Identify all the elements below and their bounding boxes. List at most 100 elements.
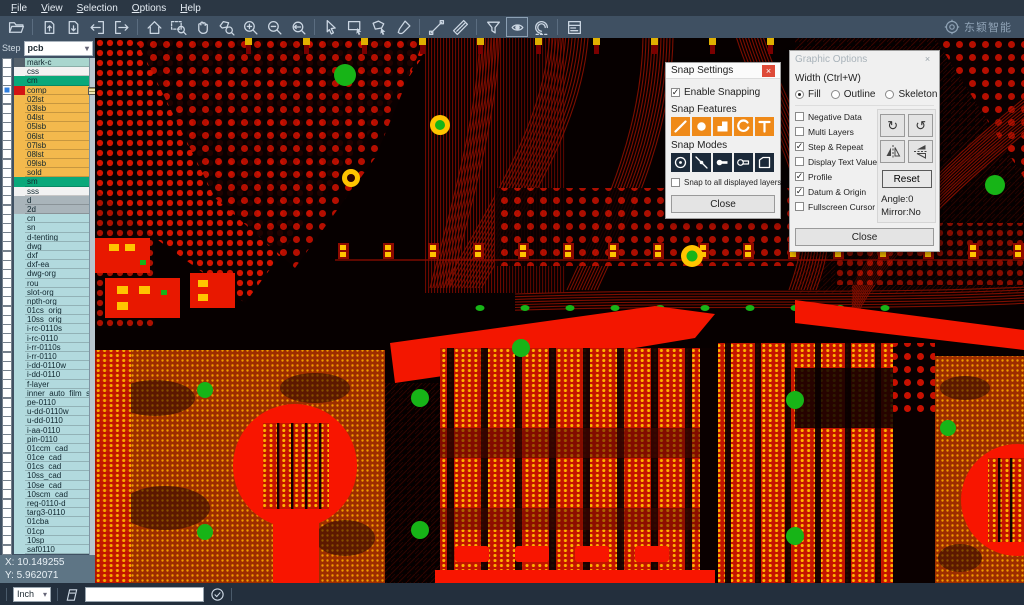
graphic-close-button[interactable]: Close [795,228,934,246]
layer-row-sold[interactable]: sold [0,168,95,177]
layer-row-inner-auto-film-symb[interactable]: inner_auto_film_symb [0,389,95,398]
menu-options[interactable]: Options [125,2,173,15]
snap-all-layers-option[interactable]: Snap to all displayed layers [671,175,775,190]
checkbox-icon[interactable] [795,112,804,121]
snap-feature-surface-corner-icon[interactable] [713,117,732,136]
graphic-option-step-repeat[interactable]: ✓Step & Repeat [795,139,877,154]
layer-row-d-tenting[interactable]: d-tenting [0,233,95,242]
radio-icon[interactable] [831,90,840,99]
layer-row-10ss-orig[interactable]: 10ss_orig [0,315,95,324]
layer-row-f-layer[interactable]: f-layer [0,380,95,389]
layer-row-sss[interactable]: sss [0,187,95,196]
layer-row-i-aa-0110[interactable]: i-aa-0110 [0,426,95,435]
layer-row-10sp[interactable]: 10sp [0,536,95,545]
layer-row-i-rr-0110s[interactable]: i-rr-0110s [0,343,95,352]
snap-mode-slot-outline-icon[interactable] [734,153,753,172]
mirror-vertical-button[interactable] [908,140,933,163]
layer-row-i-rc-0110s[interactable]: i-rc-0110s [0,324,95,333]
checkbox-icon[interactable]: ✓ [795,187,804,196]
layer-row-cn[interactable]: cn [0,214,95,223]
snap-settings-title-bar[interactable]: Snap Settings × [666,63,780,79]
layer-row-dwg-org[interactable]: dwg-org [0,269,95,278]
layer-row-10se-cad[interactable]: 10se_cad [0,481,95,490]
snap-feature-pad-icon[interactable] [692,117,711,136]
step-select[interactable]: pcb ▾ [24,41,93,56]
brush-icon[interactable] [392,17,414,37]
command-file-icon[interactable] [64,587,79,602]
layer-row-05lsb[interactable]: 05lsb [0,122,95,131]
rotate-ccw-button[interactable]: ↺ [908,114,933,137]
layer-row-d[interactable]: d [0,196,95,205]
layer-row-saf0110[interactable]: saf0110 [0,545,95,554]
import-file-icon[interactable] [62,17,84,37]
export-left-icon[interactable] [86,17,108,37]
graphic-options-title-bar[interactable]: Graphic Options × [790,51,939,67]
graphic-option-profile[interactable]: ✓Profile [795,169,877,184]
enable-snapping-checkbox[interactable]: ✓ [671,88,680,97]
layer-row-targ3-0110[interactable]: targ3-0110 [0,508,95,517]
snap-close-button[interactable]: Close [671,195,775,213]
layer-row-06lst[interactable]: 06lst [0,132,95,141]
layer-row-i-dd-0110[interactable]: i-dd-0110 [0,370,95,379]
properties-panel-icon[interactable] [563,17,585,37]
view-eye-icon[interactable] [506,17,528,37]
checkbox-icon[interactable] [795,157,804,166]
save-file-icon[interactable] [38,17,60,37]
snap-feature-arc-icon[interactable] [734,117,753,136]
zoom-previous-icon[interactable] [287,17,309,37]
close-icon[interactable]: × [921,53,934,65]
home-icon[interactable] [143,17,165,37]
width-radio-fill[interactable]: Fill [795,87,821,102]
layer-visibility-checkbox[interactable] [0,545,14,554]
layer-row-09lsb[interactable]: 09lsb [0,159,95,168]
layer-row-css[interactable]: css [0,67,95,76]
menu-help[interactable]: Help [173,2,208,15]
snap-feature-text-icon[interactable] [755,117,774,136]
graphic-option-multi-layers[interactable]: Multi Layers [795,124,877,139]
layer-row-dwg[interactable]: dwg [0,242,95,251]
enable-snapping-option[interactable]: ✓ Enable Snapping [671,85,775,100]
width-radio-outline[interactable]: Outline [831,87,876,102]
layer-row-i-rc-0110[interactable]: i-rc-0110 [0,334,95,343]
layer-row-cm[interactable]: cm [0,76,95,85]
zoom-polygon-icon[interactable] [215,17,237,37]
graphic-option-negative-data[interactable]: Negative Data [795,109,877,124]
layer-row-sm[interactable]: sm [0,177,95,186]
reset-button[interactable]: Reset [882,170,932,188]
unit-select[interactable]: Inch ▾ [13,587,51,602]
checkbox-icon[interactable] [795,127,804,136]
close-icon[interactable]: × [762,65,775,77]
layer-row-07lsb[interactable]: 07lsb [0,141,95,150]
select-polygon-icon[interactable] [368,17,390,37]
layer-row-reg-0110-d[interactable]: reg-0110-d [0,499,95,508]
layer-row-i-rr-0110[interactable]: i-rr-0110 [0,352,95,361]
layer-row-pin-0110[interactable]: pin-0110 [0,435,95,444]
layer-row-01ce-cad[interactable]: 01ce_cad [0,453,95,462]
layer-row-01cp[interactable]: 01cp [0,527,95,536]
layer-row-04lst[interactable]: 04lst [0,113,95,122]
open-folder-icon[interactable] [5,17,27,37]
layer-row-08lst[interactable]: 08lst [0,150,95,159]
command-input[interactable] [85,587,204,602]
execute-icon[interactable] [210,587,225,602]
snap-mode-slot-filled-icon[interactable] [713,153,732,172]
mirror-horizontal-button[interactable] [880,140,905,163]
zoom-out-icon[interactable] [263,17,285,37]
draw-line-icon[interactable] [425,17,447,37]
layer-row-02lst[interactable]: 02lst [0,95,95,104]
layer-row-10scm-cad[interactable]: 10scm_cad [0,490,95,499]
pan-hand-icon[interactable] [191,17,213,37]
layer-row-10ss-cad[interactable]: 10ss_cad [0,471,95,480]
layer-row-dxf[interactable]: dxf [0,251,95,260]
measure-ruler-icon[interactable] [449,17,471,37]
layer-row-comp[interactable]: comp [0,86,95,95]
menu-selection[interactable]: Selection [70,2,125,15]
snap-magnet-icon[interactable] [530,17,552,37]
graphic-option-display-text-value[interactable]: Display Text Value [795,154,877,169]
checkbox-icon[interactable]: ✓ [795,142,804,151]
checkbox-icon[interactable]: ✓ [795,172,804,181]
export-right-icon[interactable] [110,17,132,37]
zoom-in-icon[interactable] [239,17,261,37]
layer-row-rou[interactable]: rou [0,279,95,288]
layer-row-03lsb[interactable]: 03lsb [0,104,95,113]
